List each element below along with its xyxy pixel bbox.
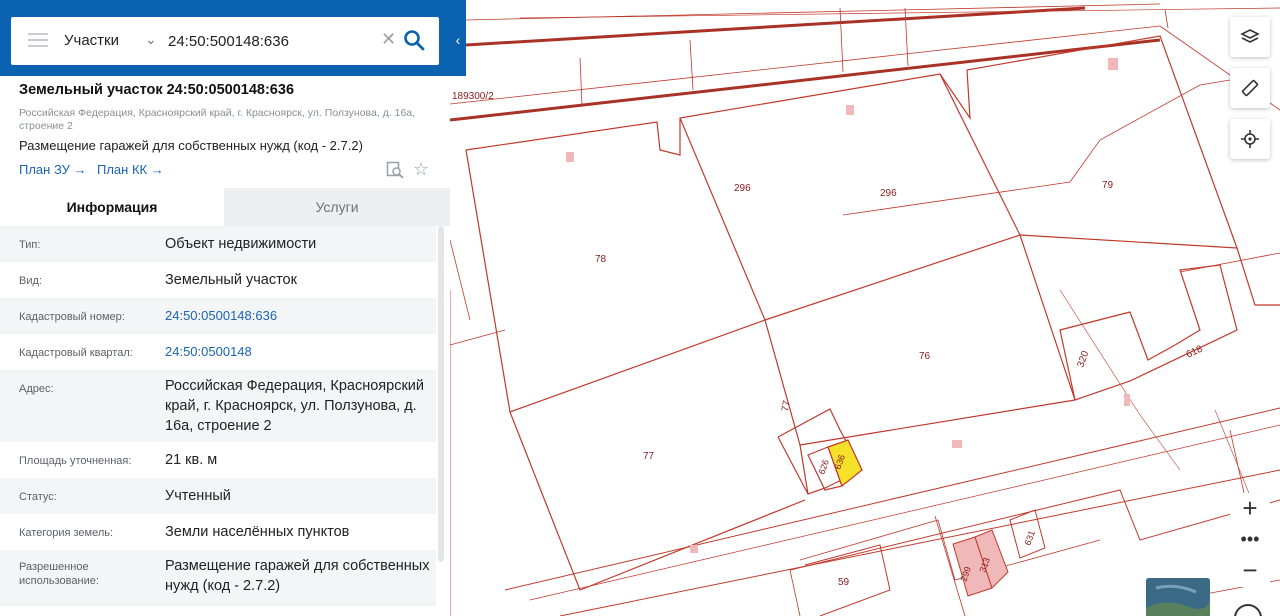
info-label: Разрешенное использование: <box>19 561 99 587</box>
map-label-79: 79 <box>1102 180 1114 191</box>
info-label: Площадь уточненная: <box>19 455 132 467</box>
more-icon: ••• <box>1240 529 1260 549</box>
search-box: Участки ⌄ ✕ <box>11 17 439 65</box>
info-row-address: Адрес: Российская Федерация, Красноярски… <box>0 370 436 442</box>
info-label: Тип: <box>19 239 41 251</box>
tab-services[interactable]: Услуги <box>224 188 450 226</box>
star-icon[interactable]: ☆ <box>413 160 429 178</box>
info-row-permitted-use: Разрешенное использование: Размещение га… <box>0 550 436 606</box>
info-row-land-category: Категория земель: Земли населённых пункт… <box>0 514 436 550</box>
info-label: Кадастровый номер: <box>19 311 125 323</box>
more-button[interactable]: ••• <box>1230 527 1270 553</box>
cadastral-number-link[interactable]: 24:50:0500148:636 <box>165 306 433 326</box>
info-label: Адрес: <box>19 383 54 395</box>
plan-zu-link[interactable]: План ЗУ → <box>19 162 87 177</box>
info-row-status: Статус: Учтенный <box>0 478 436 514</box>
map-label-626: 626 <box>816 458 831 476</box>
layers-button[interactable] <box>1230 17 1270 57</box>
collapse-icon: ‹ <box>455 32 461 48</box>
info-row-type: Тип: Объект недвижимости <box>0 226 436 262</box>
zoom-in-button[interactable]: + <box>1230 493 1270 525</box>
map-label-618: 618 <box>1185 344 1205 361</box>
object-title: Земельный участок 24:50:0500148:636 <box>19 82 295 98</box>
map-label-76: 76 <box>919 351 931 362</box>
info-label: Вид: <box>19 275 42 287</box>
zoom-out-button[interactable]: − <box>1230 555 1270 587</box>
map-label-78: 78 <box>595 254 607 265</box>
info-value: Земельный участок <box>165 272 297 288</box>
search-input[interactable] <box>168 26 378 56</box>
map-label-77a: 77 <box>643 451 655 462</box>
object-usage: Размещение гаражей для собственных нужд … <box>19 138 363 153</box>
menu-icon[interactable] <box>28 33 48 49</box>
tab-info[interactable]: Информация <box>0 188 224 226</box>
search-type-select[interactable]: Участки <box>64 32 119 49</box>
clear-icon[interactable]: ✕ <box>381 29 396 50</box>
info-label: Кадастровый квартал: <box>19 347 133 359</box>
preview-icon[interactable] <box>386 161 404 179</box>
info-list: Тип: Объект недвижимости Вид: Земельный … <box>0 226 440 616</box>
search-bar: Участки ⌄ ✕ ‹ <box>0 0 466 76</box>
object-address: Российская Федерация, Красноярский край,… <box>19 107 416 132</box>
chevron-down-icon[interactable]: ⌄ <box>145 31 157 48</box>
minimap[interactable] <box>1146 578 1210 616</box>
info-panel: Участки ⌄ ✕ ‹ Земельный участок 24:50:05… <box>0 0 466 616</box>
ruler-icon <box>1241 79 1259 97</box>
info-row-cadastral-quarter: Кадастровый квартал: 24:50:0500148 <box>0 334 436 370</box>
map-label-189300: 189300/2 <box>452 91 494 102</box>
map-label-77b: 77 <box>780 399 793 412</box>
info-value: Российская Федерация, Красноярский край,… <box>165 378 424 434</box>
map-label-296b: 296 <box>880 188 897 199</box>
parcel-lines <box>449 3 1280 616</box>
info-value: Размещение гаражей для собственных нужд … <box>165 558 430 594</box>
map-label-296a: 296 <box>734 183 751 194</box>
info-label: Категория земель: <box>19 527 114 539</box>
map-label-320: 320 <box>1075 349 1091 369</box>
info-row-cadastral-number: Кадастровый номер: 24:50:0500148:636 <box>0 298 436 334</box>
cadastral-quarter-link[interactable]: 24:50:0500148 <box>165 342 433 362</box>
ruler-button[interactable] <box>1230 68 1270 108</box>
layers-icon <box>1240 29 1260 43</box>
tabs: Информация Услуги <box>0 188 450 226</box>
collapse-panel-button[interactable]: ‹ <box>450 28 466 52</box>
info-value: Объект недвижимости <box>165 236 317 252</box>
map-label-59: 59 <box>838 577 850 588</box>
zoom-in-icon: + <box>1242 493 1258 523</box>
info-scrollbar[interactable] <box>438 226 444 562</box>
plan-kk-link[interactable]: План КК → <box>97 162 164 177</box>
info-value: Учтенный <box>165 488 231 504</box>
locate-button[interactable] <box>1230 119 1270 159</box>
search-icon[interactable] <box>403 29 425 51</box>
info-label: Статус: <box>19 491 57 503</box>
info-row-kind: Вид: Земельный участок <box>0 262 436 298</box>
locate-icon <box>1241 130 1259 148</box>
info-value: Земли населённых пунктов <box>165 524 350 540</box>
zoom-out-icon: − <box>1242 555 1258 585</box>
info-row-area: Площадь уточненная: 21 кв. м <box>0 442 436 478</box>
info-value: 21 кв. м <box>165 452 218 468</box>
map-label-631: 631 <box>1022 529 1037 547</box>
